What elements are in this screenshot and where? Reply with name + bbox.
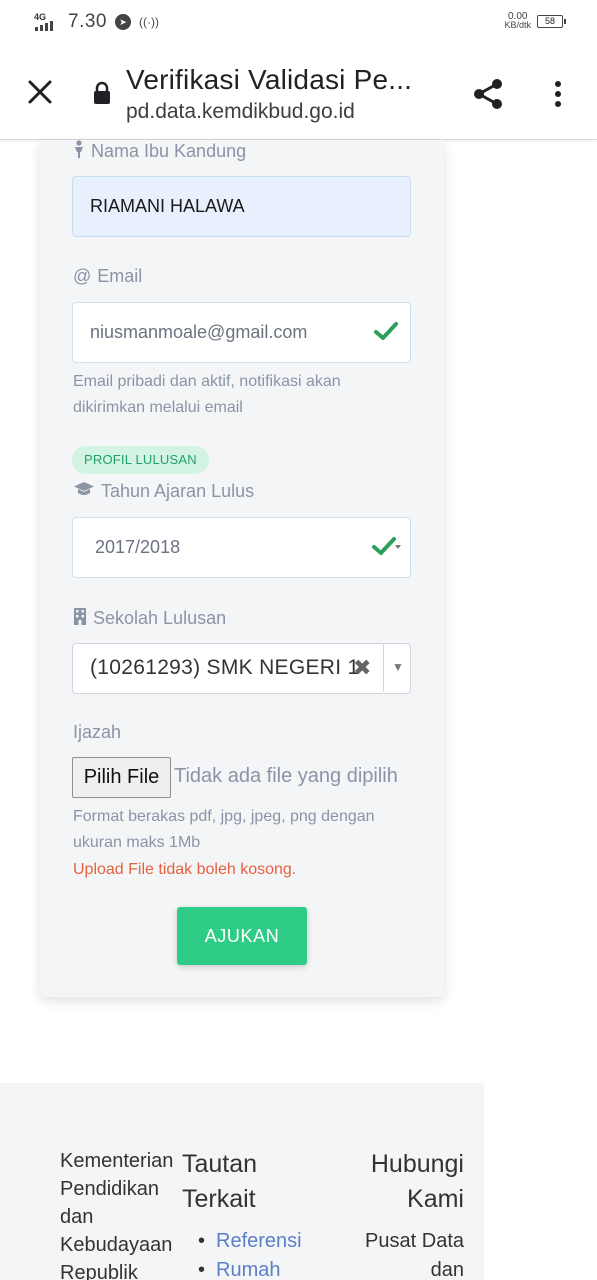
graduation-year-select[interactable]: 2017/2018 bbox=[72, 517, 411, 578]
email-field[interactable]: niusmanmoale@gmail.com bbox=[72, 302, 411, 363]
org-line: Pendidikan bbox=[60, 1178, 159, 1200]
battery-icon: 58 bbox=[537, 14, 566, 28]
dropdown-arrow-icon[interactable]: ▼ bbox=[389, 660, 407, 678]
email-value: niusmanmoale@gmail.com bbox=[90, 322, 308, 342]
section-badge: PROFIL LULUSAN bbox=[72, 446, 209, 474]
footer: Kementerian Pendidikan dan Kebudayaan Re… bbox=[0, 1083, 484, 1280]
footer-link-label: Rumah bbox=[216, 1259, 281, 1280]
footer-contact: Hubungi Kami Pusat Data dan bbox=[352, 1147, 464, 1280]
status-time: 7.30 bbox=[68, 11, 107, 32]
email-label: @ Email bbox=[73, 266, 142, 287]
more-options-icon[interactable] bbox=[540, 74, 576, 114]
select-divider bbox=[383, 644, 384, 692]
form-card: Nama Ibu Kandung RIAMANI HALAWA @ Email … bbox=[40, 140, 444, 997]
org-line: Republik bbox=[60, 1262, 138, 1280]
graduation-cap-icon bbox=[73, 481, 95, 502]
org-line: Kebudayaan bbox=[60, 1234, 173, 1256]
page-title: Verifikasi Validasi Pe... bbox=[126, 64, 413, 95]
school-value: (10261293) SMK NEGERI 1 bbox=[90, 656, 360, 679]
footer-link-rumah[interactable]: Rumah bbox=[182, 1256, 352, 1280]
file-error-text: Upload File tidak boleh kosong. bbox=[73, 861, 297, 878]
close-icon[interactable] bbox=[20, 72, 60, 112]
contact-heading-line: Hubungi bbox=[370, 1150, 464, 1178]
mother-name-field[interactable]: RIAMANI HALAWA bbox=[72, 176, 411, 237]
org-line: Kementerian bbox=[60, 1150, 174, 1172]
clear-icon[interactable]: ✖ bbox=[353, 655, 371, 681]
hotspot-icon: ((·)) bbox=[138, 15, 159, 29]
building-icon bbox=[73, 607, 87, 630]
footer-org: Kementerian Pendidikan dan Kebudayaan Re… bbox=[60, 1147, 182, 1280]
contact-text: Pusat Data dan bbox=[352, 1227, 464, 1280]
contact-heading-line: Kami bbox=[407, 1185, 464, 1213]
graduation-year-value: 2017/2018 bbox=[95, 537, 181, 557]
browser-toolbar: Verifikasi Validasi Pe... pd.data.kemdik… bbox=[0, 46, 597, 140]
ijazah-label-text: Ijazah bbox=[73, 722, 122, 742]
status-bar: 4G 7.30 ➤ ((·)) 0.00 KB/dtk 58 bbox=[0, 0, 597, 46]
contact-line: dan bbox=[430, 1259, 464, 1280]
file-help-text: Format berakas pdf, jpg, jpeg, png denga… bbox=[73, 808, 375, 851]
mother-name-label-text: Nama Ibu Kandung bbox=[91, 141, 247, 161]
at-icon: @ bbox=[73, 266, 92, 286]
ijazah-label: Ijazah bbox=[73, 722, 121, 743]
telegram-icon: ➤ bbox=[114, 14, 131, 30]
email-label-text: Email bbox=[97, 266, 143, 286]
footer-link-referensi[interactable]: Referensi bbox=[182, 1227, 352, 1256]
check-icon bbox=[372, 536, 402, 561]
contact-line: Pusat Data bbox=[365, 1230, 464, 1252]
status-left: 4G 7.30 ➤ ((·)) bbox=[34, 11, 159, 33]
school-label: Sekolah Lulusan bbox=[73, 607, 226, 630]
org-line: dan bbox=[60, 1206, 94, 1228]
links-list: Referensi Rumah bbox=[182, 1227, 352, 1280]
graduation-year-label: Tahun Ajaran Lulus bbox=[73, 481, 254, 502]
mother-name-label: Nama Ibu Kandung bbox=[73, 140, 246, 163]
status-right: 0.00 KB/dtk 58 bbox=[504, 12, 566, 30]
footer-links: Tautan Terkait Referensi Rumah bbox=[182, 1147, 352, 1280]
speed-unit: KB/dtk bbox=[504, 20, 531, 30]
network-speed: 0.00 KB/dtk bbox=[504, 12, 531, 30]
female-icon bbox=[73, 140, 85, 163]
links-heading-line: Terkait bbox=[182, 1185, 256, 1213]
mother-name-value: RIAMANI HALAWA bbox=[90, 196, 245, 216]
file-status-text: Tidak ada file yang dipilih bbox=[174, 765, 398, 787]
links-heading: Tautan Terkait bbox=[182, 1147, 352, 1217]
submit-button[interactable]: AJUKAN bbox=[177, 907, 307, 965]
contact-heading: Hubungi Kami bbox=[352, 1147, 464, 1217]
school-select[interactable]: (10261293) SMK NEGERI 1 ✖ ▼ bbox=[72, 643, 411, 694]
footer-link-label: Referensi bbox=[216, 1230, 302, 1252]
email-help-text: Email pribadi dan aktif, notifikasi akan… bbox=[73, 373, 341, 416]
choose-file-button[interactable]: Pilih File bbox=[72, 757, 171, 798]
check-icon bbox=[374, 321, 398, 346]
graduation-year-label-text: Tahun Ajaran Lulus bbox=[101, 481, 255, 501]
page-url[interactable]: pd.data.kemdikbud.go.id bbox=[126, 100, 355, 124]
school-label-text: Sekolah Lulusan bbox=[93, 608, 227, 628]
share-icon[interactable] bbox=[466, 74, 510, 114]
links-heading-line: Tautan bbox=[182, 1150, 258, 1178]
signal-icon: 4G bbox=[34, 12, 60, 32]
lock-icon bbox=[92, 81, 112, 105]
